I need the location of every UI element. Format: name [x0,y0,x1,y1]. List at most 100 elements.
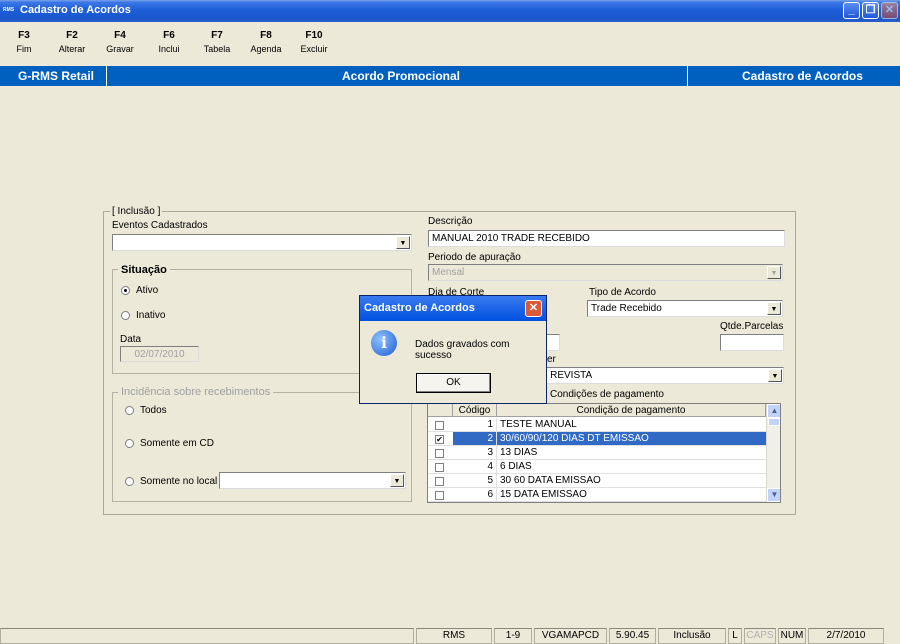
dialog-title: Cadastro de Acordos [364,302,475,314]
grid-header: Código Condição de pagamento [428,404,766,417]
header-bar: G-RMS Retail Acordo Promocional Cadastro… [0,66,900,86]
row-name: 30 60 DATA EMISSAO [500,475,601,486]
toolbar-gravar-button[interactable]: F4 Gravar [100,30,140,54]
dialog-message: Dados gravados com sucesso [415,339,510,361]
toolbar-tabela-button[interactable]: F7 Tabela [197,30,237,54]
toolbar-fim-button[interactable]: F3 Fim [4,30,44,54]
data-label: Data [120,334,142,345]
header-app-name: G-RMS Retail [18,69,95,83]
window-title: Cadastro de Acordos [20,4,131,16]
periodo-combo: Mensal ▼ [428,264,783,281]
fkey-code: F2 [66,30,78,41]
descricao-field[interactable]: MANUAL 2010 TRADE RECEBIDO [428,230,785,247]
status-bar: RMS 1-9 VGAMAPCD 5.90.45 Inclusão L CAPS… [0,628,900,644]
toolbar-excluir-button[interactable]: F10 Excluir [294,30,334,54]
cond-pagamento-title: Condições de pagamento [550,389,664,400]
somente-cd-radio[interactable] [125,439,134,448]
fkey-label: Alterar [58,44,86,54]
periodo-value: Mensal [432,267,465,278]
row-code: 3 [453,446,497,459]
close-icon[interactable]: ✕ [881,2,898,19]
incidencia-title: Incidência sobre recebimentos [118,386,274,398]
row-code: 4 [453,460,497,473]
scroll-down-icon[interactable]: ▼ [767,488,780,502]
fkey-label: Fim [16,44,32,54]
row-checkbox[interactable] [435,421,444,430]
scroll-thumb[interactable] [768,418,780,426]
fkey-label: Tabela [203,44,231,54]
fkey-label: Inclui [158,44,180,54]
row-code: 5 [453,474,497,487]
descricao-label: Descrição [428,216,473,227]
fkey-code: F6 [163,30,175,41]
row-checkbox[interactable]: ✔ [435,435,444,444]
ok-button[interactable]: OK [416,373,491,393]
toolbar-agenda-button[interactable]: F8 Agenda [246,30,286,54]
mode-label: [ Inclusão ] [110,206,163,217]
status-app: RMS [416,628,492,644]
fkey-code: F8 [260,30,272,41]
inativo-radio[interactable] [121,311,130,320]
status-panel-empty [0,628,414,644]
toolbar-inclui-button[interactable]: F6 Inclui [149,30,189,54]
status-num: NUM [778,628,806,644]
table-row[interactable]: 5 30 60 DATA EMISSAO [428,474,766,488]
scroll-up-icon[interactable]: ▲ [767,404,780,418]
grid-header-code[interactable]: Código [453,404,497,417]
row-checkbox[interactable] [435,477,444,486]
fkey-label: Agenda [250,44,282,54]
status-version: 5.90.45 [609,628,656,644]
row-checkbox[interactable] [435,491,444,500]
message-dialog: Cadastro de Acordos ✕ i Dados gravados c… [359,295,547,404]
fkey-label: Excluir [300,44,328,54]
ativo-label: Ativo [136,285,159,296]
row-checkbox[interactable] [435,449,444,458]
table-row[interactable]: 3 13 DIAS [428,446,766,460]
table-row[interactable]: 4 6 DIAS [428,460,766,474]
row-name: 13 DIAS [500,447,538,458]
chevron-down-icon[interactable]: ▼ [768,369,782,382]
header-screen-name: Acordo Promocional [342,69,461,83]
somente-cd-label: Somente em CD [140,438,214,449]
chevron-down-icon[interactable]: ▼ [390,474,404,487]
partial-combo[interactable]: - REVISTA ▼ [540,367,784,384]
ativo-radio[interactable] [121,286,130,295]
eventos-label: Eventos Cadastrados [112,220,208,231]
partial-combo-value: - REVISTA [544,370,593,381]
fkey-code: F10 [305,30,323,41]
row-name: TESTE MANUAL [500,419,577,430]
status-user: VGAMAPCD [534,628,607,644]
inativo-label: Inativo [136,310,166,321]
tipo-acordo-combo[interactable]: Trade Recebido ▼ [587,300,783,317]
todos-radio[interactable] [125,406,134,415]
table-row[interactable]: ✔ 2 30/60/90/120 DIAS DT EMISSAO [428,432,766,446]
eventos-combo[interactable]: ▼ [112,234,412,251]
data-field: 02/07/2010 [120,346,199,362]
qtde-parcelas-field[interactable] [720,334,784,351]
title-bar: RMS Cadastro de Acordos _ ❐ ✕ [0,0,900,22]
app-icon: RMS [3,7,15,13]
chevron-down-icon: ▼ [767,266,781,279]
minimize-icon[interactable]: _ [843,2,860,19]
table-row[interactable]: 6 15 DATA EMISSAO [428,488,766,502]
somente-local-radio[interactable] [125,477,134,486]
condicoes-grid[interactable]: Código Condição de pagamento 1 TESTE MAN… [427,403,781,503]
chevron-down-icon[interactable]: ▼ [396,236,410,249]
table-row[interactable]: 1 TESTE MANUAL [428,418,766,432]
row-checkbox[interactable] [435,463,444,472]
situacao-title: Situação [118,264,170,276]
todos-label: Todos [140,405,167,416]
row-code: 6 [453,488,497,501]
close-icon[interactable]: ✕ [525,300,542,317]
restore-icon[interactable]: ❐ [862,2,879,19]
row-name: 30/60/90/120 DIAS DT EMISSAO [497,432,766,445]
toolbar-alterar-button[interactable]: F2 Alterar [52,30,92,54]
local-combo[interactable]: ▼ [219,472,406,489]
info-icon: i [371,330,397,356]
grid-header-name[interactable]: Condição de pagamento [497,404,766,417]
status-range: 1-9 [494,628,532,644]
grid-scrollbar[interactable]: ▲ ▼ [766,404,780,502]
row-name: 6 DIAS [500,461,532,472]
status-date: 2/7/2010 [808,628,884,644]
chevron-down-icon[interactable]: ▼ [767,302,781,315]
